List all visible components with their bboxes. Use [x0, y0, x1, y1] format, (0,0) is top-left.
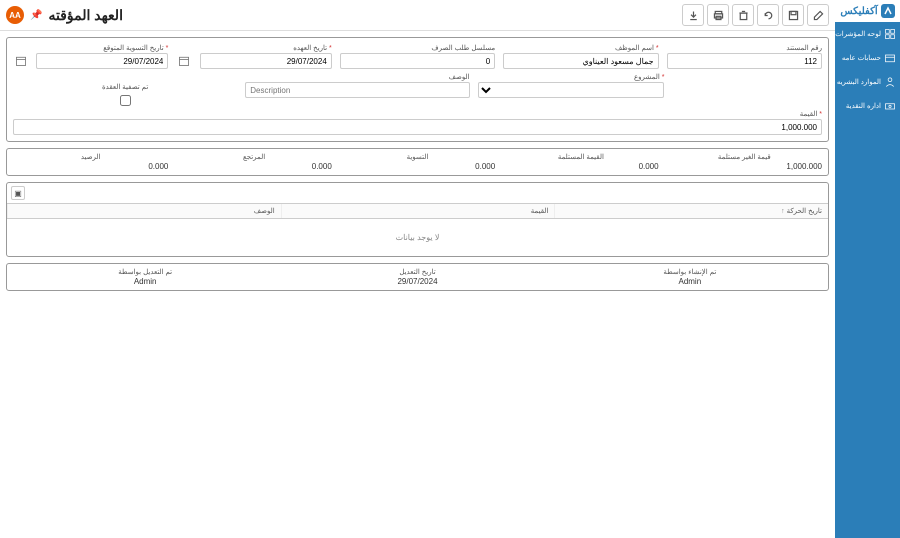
employee-input[interactable]: [503, 53, 658, 69]
total-balance-value: 0.000: [13, 162, 168, 171]
audit-panel: تم الإنشاء بواسطة Admin تاريخ التعديل 29…: [6, 263, 829, 291]
total-settlement-value: 0.000: [340, 162, 495, 171]
audit-mod-date-label: تاريخ التعديل: [285, 268, 549, 276]
closed-checkbox[interactable]: [120, 95, 131, 106]
amount-label: القيمة: [13, 110, 822, 118]
accounts-icon: [884, 52, 896, 64]
total-received-value: 0.000: [503, 162, 658, 171]
closed-label: تم تصفية العقدة: [102, 83, 148, 91]
calendar-icon: [178, 55, 190, 67]
total-unset-value: 1,000.000: [667, 162, 822, 171]
cash-icon: [884, 100, 896, 112]
sidebar-item-label: لوحه المؤشرات: [835, 30, 881, 38]
total-returned-value: 0.000: [176, 162, 331, 171]
page-title: العهد المؤقته: [48, 7, 123, 24]
total-settlement-label: التسوية: [340, 153, 495, 161]
hr-icon: [884, 76, 896, 88]
delete-button[interactable]: [732, 4, 754, 26]
sidebar-item-label: حسابات عامه: [842, 54, 881, 62]
total-returned-label: المرتجع: [176, 153, 331, 161]
desc-label: الوصف: [245, 73, 469, 81]
dashboard-icon: [884, 28, 896, 40]
grid-col-date[interactable]: تاريخ الحركة: [554, 204, 828, 218]
amount-input[interactable]: [13, 119, 822, 135]
sidebar-item-label: اداره النقدية: [846, 102, 881, 110]
topbar-title-area: العهد المؤقته 📌 AA: [6, 6, 123, 24]
grid-empty-message: لا يوجد بيانات: [7, 219, 828, 256]
topbar: العهد المؤقته 📌 AA: [0, 0, 835, 31]
pin-icon: 📌: [30, 10, 42, 21]
project-label: المشروع: [478, 73, 665, 81]
employee-label: اسم الموظف: [503, 44, 658, 52]
audit-mod-by-value: Admin: [13, 277, 277, 286]
sidebar-item-cash[interactable]: اداره النقدية: [835, 94, 900, 118]
sidebar-item-dashboard[interactable]: لوحه المؤشرات: [835, 22, 900, 46]
brand-logo: آكفليكس: [835, 0, 900, 22]
total-unset-label: قيمة الغير مستلمة: [667, 153, 822, 161]
refresh-button[interactable]: [757, 4, 779, 26]
audit-mod-date-value: 29/07/2024: [285, 277, 549, 286]
brand-icon: [881, 4, 895, 18]
grid-col-desc[interactable]: الوصف: [7, 204, 281, 218]
sidebar-item-label: الموارد البشريه: [837, 78, 881, 86]
form-panel: رقم المستند اسم الموظف مسلسل طلب الصرف ت…: [6, 37, 829, 142]
brand-text: آكفليكس: [840, 6, 877, 17]
edit-button[interactable]: [807, 4, 829, 26]
grid-panel: ▣ تاريخ الحركة القيمة الوصف لا يوجد بيان…: [6, 182, 829, 257]
total-balance-label: الرصيد: [13, 153, 168, 161]
sidebar-item-hr[interactable]: الموارد البشريه: [835, 70, 900, 94]
custody-date-label: تاريخ العهده: [176, 44, 331, 52]
doc-no-label: رقم المستند: [667, 44, 822, 52]
grid-toolbar: ▣: [7, 183, 828, 204]
audit-created-by-value: Admin: [558, 277, 822, 286]
totals-panel: قيمة الغير مستلمة 1,000.000 القيمة المست…: [6, 148, 829, 176]
main-area: العهد المؤقته 📌 AA رقم المستند اسم الموظ…: [0, 0, 835, 538]
save-button[interactable]: [782, 4, 804, 26]
desc-input[interactable]: [245, 82, 469, 98]
sidebar-item-accounts[interactable]: حسابات عامه: [835, 46, 900, 70]
audit-mod-by-label: تم التعديل بواسطة: [13, 268, 277, 276]
total-received-label: القيمة المستلمة: [503, 153, 658, 161]
toolbar-actions: [682, 4, 829, 26]
audit-created-by-label: تم الإنشاء بواسطة: [558, 268, 822, 276]
project-select[interactable]: [478, 82, 665, 98]
expected-settle-label: تاريخ التسوية المتوقع: [13, 44, 168, 52]
serial-input[interactable]: [340, 53, 495, 69]
serial-label: مسلسل طلب الصرف: [340, 44, 495, 52]
content: رقم المستند اسم الموظف مسلسل طلب الصرف ت…: [0, 31, 835, 538]
grid-add-button[interactable]: ▣: [11, 186, 25, 200]
sidebar: آكفليكس لوحه المؤشرات حسابات عامه الموار…: [835, 0, 900, 538]
expected-settle-input[interactable]: [36, 53, 168, 69]
doc-no-input[interactable]: [667, 53, 822, 69]
calendar-icon: [15, 55, 27, 67]
grid-col-amount[interactable]: القيمة: [281, 204, 555, 218]
avatar[interactable]: AA: [6, 6, 24, 24]
print-button[interactable]: [707, 4, 729, 26]
export-button[interactable]: [682, 4, 704, 26]
custody-date-input[interactable]: [200, 53, 332, 69]
grid-header: تاريخ الحركة القيمة الوصف: [7, 204, 828, 219]
